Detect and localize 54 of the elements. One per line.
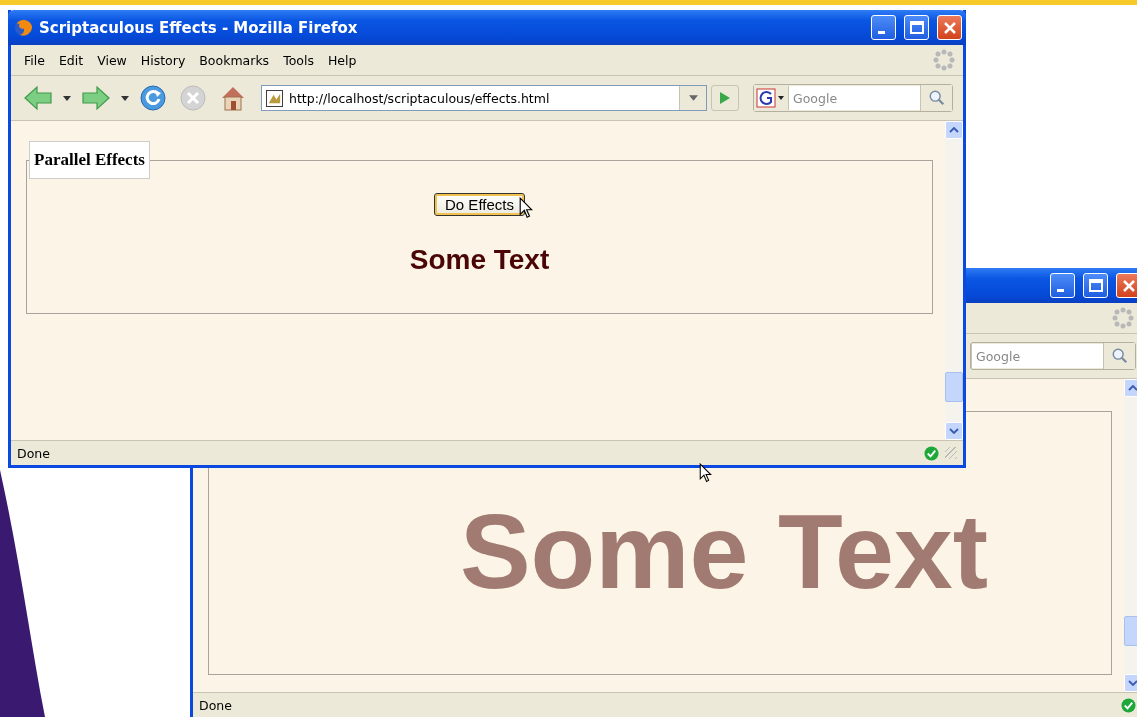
menu-item[interactable]: History [133, 52, 193, 68]
scroll-up-icon[interactable] [1124, 379, 1137, 397]
forward-arrow-icon[interactable] [81, 85, 111, 111]
scroll-up-icon[interactable] [945, 121, 963, 139]
search-field[interactable]: Google [971, 344, 1103, 368]
close-button[interactable] [1116, 273, 1137, 298]
menu-item[interactable]: Help [320, 52, 364, 68]
back-arrow-icon[interactable] [23, 85, 53, 111]
minimize-icon [878, 31, 885, 34]
search-button[interactable] [920, 85, 952, 111]
minimize-button[interactable] [1050, 273, 1075, 298]
scrollbar[interactable] [1124, 379, 1137, 692]
status-text: Done [17, 445, 50, 461]
scroll-thumb[interactable] [945, 372, 963, 402]
minimize-icon [1057, 289, 1064, 292]
scroll-down-icon[interactable] [1124, 674, 1137, 692]
menu-item[interactable]: File [17, 52, 52, 68]
mouse-pointer-icon [519, 197, 533, 219]
scroll-down-icon[interactable] [945, 422, 963, 440]
fieldset-legend: Parallel Effects [29, 141, 150, 179]
caret-icon[interactable] [121, 95, 129, 101]
firefox-logo-icon [14, 18, 33, 37]
menu-item[interactable]: View [90, 52, 134, 68]
do-effects-button[interactable]: Do Effects [434, 193, 525, 216]
search-field[interactable]: Google [788, 86, 920, 110]
menu-item[interactable]: Bookmarks [192, 52, 277, 68]
heading-text: Some Text [409, 244, 550, 276]
search-button[interactable] [1103, 343, 1135, 369]
caret-icon[interactable] [63, 95, 71, 101]
menu-item[interactable]: Tools [276, 52, 321, 68]
status-text: Done [199, 697, 232, 713]
mouse-pointer-icon [699, 463, 712, 483]
menu-item[interactable]: Edit [51, 52, 91, 68]
minimize-button[interactable] [871, 15, 896, 40]
reload-icon[interactable] [139, 84, 167, 112]
check-icon [1121, 697, 1136, 713]
heading-text: Some Text [458, 498, 989, 612]
throbber-icon [1112, 307, 1134, 329]
go-button[interactable] [711, 85, 739, 111]
address-bar[interactable]: http://localhost/scriptaculous/effects.html [261, 85, 707, 111]
close-button[interactable] [937, 15, 962, 40]
check-icon [924, 445, 939, 461]
window-title: Scriptaculous Effects - Mozilla Firefox [39, 18, 358, 37]
play-triangle-icon [719, 91, 731, 105]
maximize-button[interactable] [904, 15, 929, 40]
search-icon [927, 89, 946, 107]
resize-grip-icon[interactable] [945, 447, 957, 459]
maximize-button[interactable] [1083, 273, 1108, 298]
throbber-icon [933, 49, 955, 71]
dropdown-icon[interactable] [679, 86, 706, 110]
scroll-thumb[interactable] [1124, 616, 1137, 646]
page-icon [266, 89, 283, 107]
search-icon [1110, 347, 1129, 365]
scrollbar[interactable] [945, 121, 963, 440]
